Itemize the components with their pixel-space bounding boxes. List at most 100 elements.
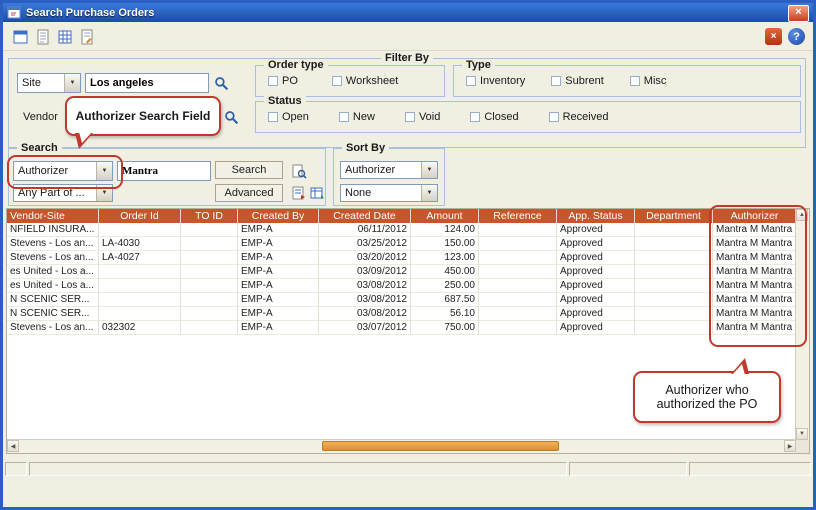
table-cell: 06/11/2012: [319, 223, 411, 237]
table-cell: [479, 223, 557, 237]
column-header-order-id[interactable]: Order Id: [99, 209, 181, 223]
column-header-authorizer[interactable]: Authorizer: [713, 209, 796, 223]
chevron-down-icon[interactable]: ▼: [421, 162, 437, 178]
table-cell: es United - Los a...: [7, 279, 99, 293]
checkbox-worksheet[interactable]: Worksheet: [332, 75, 398, 87]
callout-authorizer-column: Authorizer who authorized the PO: [633, 371, 781, 423]
search-button[interactable]: Search: [215, 161, 283, 179]
checkbox-po[interactable]: PO: [268, 75, 298, 87]
browse-grid-icon[interactable]: [53, 25, 76, 48]
table-cell: es United - Los a...: [7, 265, 99, 279]
scroll-right-icon[interactable]: ▶: [784, 440, 796, 452]
checkbox-subrent[interactable]: Subrent: [551, 75, 604, 87]
app-icon: [7, 6, 22, 19]
exit-icon: ×: [765, 28, 782, 45]
table-cell: [99, 293, 181, 307]
site-search-icon[interactable]: [211, 73, 231, 93]
worksheet-icon[interactable]: [31, 25, 54, 48]
horizontal-scrollbar[interactable]: ◀ ▶: [7, 439, 796, 453]
table-cell: Stevens - Los an...: [7, 321, 99, 335]
chevron-down-icon[interactable]: ▼: [96, 185, 112, 201]
checkbox-inventory[interactable]: Inventory: [466, 75, 525, 87]
table-cell: 56.10: [411, 307, 479, 321]
table-cell: N SCENIC SER...: [7, 293, 99, 307]
table-row[interactable]: NFIELD INSURA...EMP-A06/11/2012124.00App…: [7, 223, 796, 237]
checkbox-void[interactable]: Void: [405, 111, 440, 123]
table-row[interactable]: Stevens - Los an...LA-4030EMP-A03/25/201…: [7, 237, 796, 251]
scroll-down-icon[interactable]: ▼: [796, 428, 808, 440]
title-bar[interactable]: Search Purchase Orders ×: [3, 3, 813, 22]
table-cell: EMP-A: [238, 307, 319, 321]
sort-primary-combo[interactable]: Authorizer ▼: [340, 161, 438, 179]
table-cell: Approved: [557, 321, 635, 335]
table-cell: [181, 307, 238, 321]
column-header-reference[interactable]: Reference: [479, 209, 557, 223]
table-cell: [181, 321, 238, 335]
table-cell: EMP-A: [238, 279, 319, 293]
table-cell: EMP-A: [238, 223, 319, 237]
checkbox-received[interactable]: Received: [549, 111, 609, 123]
table-row[interactable]: Stevens - Los an...LA-4027EMP-A03/20/201…: [7, 251, 796, 265]
advanced-button[interactable]: Advanced: [215, 184, 283, 202]
status-panel: [569, 462, 687, 476]
status-panel: [689, 462, 811, 476]
scroll-up-icon[interactable]: ▲: [796, 209, 808, 221]
table-cell: [635, 279, 713, 293]
column-header-to-id[interactable]: TO ID: [181, 209, 238, 223]
scrollbar-thumb[interactable]: [322, 441, 559, 451]
grid-header: Vendor-SiteOrder IdTO IDCreated ByCreate…: [7, 209, 796, 223]
column-header-department[interactable]: Department: [635, 209, 713, 223]
table-cell: [99, 223, 181, 237]
exit-button[interactable]: ×: [762, 25, 785, 48]
search-group-label: Search: [17, 142, 62, 154]
checkbox-misc[interactable]: Misc: [630, 75, 667, 87]
match-type-combo[interactable]: Any Part of ... ▼: [13, 184, 113, 202]
advanced-report-icon[interactable]: [289, 183, 309, 203]
chevron-down-icon[interactable]: ▼: [96, 162, 112, 180]
site-search-input[interactable]: [85, 73, 209, 93]
column-header-created-date[interactable]: Created Date: [319, 209, 411, 223]
new-po-icon[interactable]: [9, 25, 32, 48]
table-cell: NFIELD INSURA...: [7, 223, 99, 237]
export-icon[interactable]: [307, 183, 327, 203]
site-combo[interactable]: Site ▼: [17, 73, 81, 93]
column-header-vendor-site[interactable]: Vendor-Site: [7, 209, 99, 223]
table-row[interactable]: Stevens - Los an...032302EMP-A03/07/2012…: [7, 321, 796, 335]
table-cell: [181, 223, 238, 237]
table-cell: 150.00: [411, 237, 479, 251]
table-row[interactable]: es United - Los a...EMP-A03/08/2012250.0…: [7, 279, 796, 293]
table-cell: N SCENIC SER...: [7, 307, 99, 321]
search-report-icon[interactable]: [289, 161, 309, 181]
table-cell: Approved: [557, 279, 635, 293]
table-cell: [635, 307, 713, 321]
chevron-down-icon[interactable]: ▼: [64, 74, 80, 92]
table-cell: Approved: [557, 223, 635, 237]
column-header-created-by[interactable]: Created By: [238, 209, 319, 223]
checkbox-new[interactable]: New: [339, 111, 375, 123]
search-field-combo[interactable]: Authorizer ▼: [13, 161, 113, 181]
table-row[interactable]: N SCENIC SER...EMP-A03/08/2012687.50Appr…: [7, 293, 796, 307]
table-cell: Mantra M Mantra: [713, 251, 796, 265]
table-cell: 03/09/2012: [319, 265, 411, 279]
column-header-amount[interactable]: Amount: [411, 209, 479, 223]
table-cell: [181, 279, 238, 293]
checkbox-closed[interactable]: Closed: [470, 111, 518, 123]
vertical-scrollbar[interactable]: ▲ ▼: [795, 209, 809, 440]
report-icon[interactable]: [75, 25, 98, 48]
vendor-search-icon[interactable]: [221, 107, 241, 127]
table-cell: EMP-A: [238, 237, 319, 251]
table-cell: EMP-A: [238, 265, 319, 279]
sort-secondary-combo[interactable]: None ▼: [340, 184, 438, 202]
checkbox-open[interactable]: Open: [268, 111, 309, 123]
close-button[interactable]: ×: [788, 5, 809, 22]
checkbox-icon: [551, 76, 561, 86]
chevron-down-icon[interactable]: ▼: [421, 185, 437, 201]
checkbox-icon: [630, 76, 640, 86]
table-cell: [181, 265, 238, 279]
column-header-app-status[interactable]: App. Status: [557, 209, 635, 223]
table-row[interactable]: N SCENIC SER...EMP-A03/08/201256.10Appro…: [7, 307, 796, 321]
search-query-input[interactable]: [117, 161, 211, 181]
help-button[interactable]: ?: [785, 25, 808, 48]
table-row[interactable]: es United - Los a...EMP-A03/09/2012450.0…: [7, 265, 796, 279]
scroll-left-icon[interactable]: ◀: [7, 440, 19, 452]
